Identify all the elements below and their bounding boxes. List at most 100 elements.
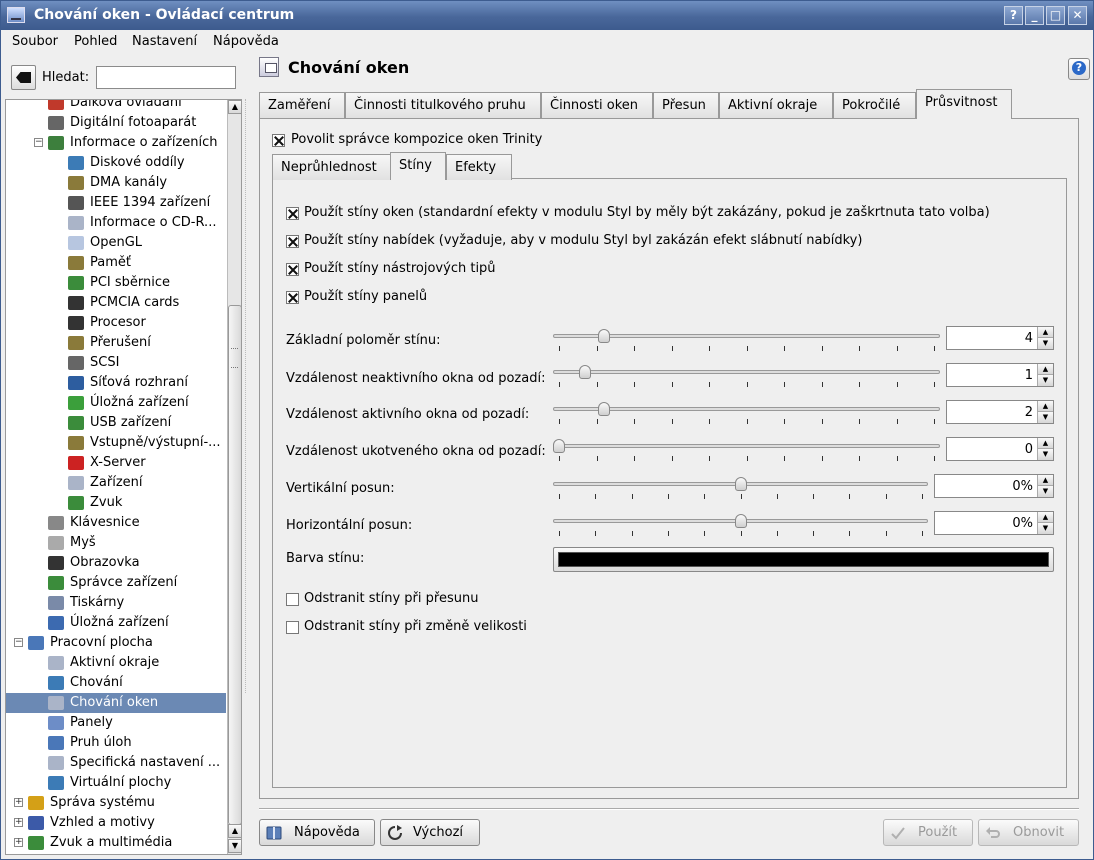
reset-button[interactable]: Obnovit — [978, 819, 1079, 846]
inactive-distance-spinbox[interactable]: 1 ▲ ▼ — [946, 363, 1054, 387]
tree-item[interactable]: USB zařízení — [6, 413, 226, 433]
tree-item[interactable]: DMA kanály — [6, 173, 226, 193]
splitter[interactable] — [245, 99, 248, 693]
spin-up-icon[interactable]: ▲ — [1037, 327, 1053, 338]
tab-pokrocile[interactable]: Pokročilé — [833, 92, 916, 118]
vertical-offset-spinbox[interactable]: 0% ▲ ▼ — [934, 474, 1054, 498]
defaults-button[interactable]: Výchozí — [380, 819, 480, 846]
spin-down-icon[interactable]: ▼ — [1037, 449, 1053, 460]
tree-item[interactable]: Digitální fotoaparát — [6, 113, 226, 133]
menu-napoveda[interactable]: Nápověda — [213, 34, 279, 49]
shadow-color-button[interactable] — [553, 547, 1054, 572]
enable-composition-checkbox[interactable] — [272, 134, 285, 147]
tree-item[interactable]: Paměť — [6, 253, 226, 273]
spin-down-icon[interactable]: ▼ — [1037, 412, 1053, 423]
slider-handle[interactable] — [598, 329, 610, 343]
tree-item[interactable]: Přerušení — [6, 333, 226, 353]
docked-distance-spinbox[interactable]: 0 ▲ ▼ — [946, 437, 1054, 461]
spin-down-icon[interactable]: ▼ — [1037, 338, 1053, 349]
tree-item[interactable]: Diskové oddíly — [6, 153, 226, 173]
slider-handle[interactable] — [735, 514, 747, 528]
spin-down-icon[interactable]: ▼ — [1037, 486, 1053, 497]
tab-cinnosti-oken[interactable]: Činnosti oken — [541, 92, 653, 118]
tree-item[interactable]: Specifická nastavení ... — [6, 753, 226, 773]
window-shadows-checkbox[interactable] — [286, 207, 299, 220]
tree-item[interactable]: Síťová rozhraní — [6, 373, 226, 393]
spin-down-icon[interactable]: ▼ — [1037, 523, 1053, 534]
help-icon[interactable] — [1068, 58, 1090, 80]
tree-item[interactable]: Chování — [6, 673, 226, 693]
menu-shadows-checkbox[interactable] — [286, 235, 299, 248]
tab-zamereni[interactable]: Zaměření — [259, 92, 345, 118]
tree-item[interactable]: Zařízení — [6, 473, 226, 493]
tree-item[interactable]: Procesor — [6, 313, 226, 333]
scroll-thumb[interactable] — [228, 305, 241, 825]
collapse-icon[interactable]: − — [34, 138, 43, 147]
horizontal-offset-spinbox[interactable]: 0% ▲ ▼ — [934, 511, 1054, 535]
menu-nastaveni[interactable]: Nastavení — [132, 34, 197, 49]
tree-item[interactable]: Správce zařízení — [6, 573, 226, 593]
tree-item[interactable]: Informace o CD-R... — [6, 213, 226, 233]
tooltip-shadows-checkbox[interactable] — [286, 263, 299, 276]
tree-item[interactable]: Chování oken — [6, 693, 226, 713]
tree-item[interactable]: − Informace o zařízeních — [6, 133, 226, 153]
tree-item[interactable]: Obrazovka — [6, 553, 226, 573]
tree-item[interactable]: IEEE 1394 zařízení — [6, 193, 226, 213]
close-button[interactable]: ✕ — [1068, 6, 1087, 25]
spin-up-icon[interactable]: ▲ — [1037, 438, 1053, 449]
remove-shadows-resize-checkbox[interactable] — [286, 621, 299, 634]
tree-item[interactable]: OpenGL — [6, 233, 226, 253]
expand-icon[interactable]: + — [14, 798, 23, 807]
slider-handle[interactable] — [553, 439, 565, 453]
spin-down-icon[interactable]: ▼ — [1037, 375, 1053, 386]
spin-up-icon[interactable]: ▲ — [1037, 475, 1053, 486]
tree-item[interactable]: + Správa systému — [6, 793, 226, 813]
tree-item[interactable]: Vstupně/výstupní-... — [6, 433, 226, 453]
scroll-up-button[interactable]: ▲ — [228, 100, 241, 114]
tree-scrollbar[interactable]: ▲ ▲ ▼ — [227, 100, 241, 854]
tree-item[interactable]: Tiskárny — [6, 593, 226, 613]
spin-up-icon[interactable]: ▲ — [1037, 364, 1053, 375]
tree-item[interactable]: PCMCIA cards — [6, 293, 226, 313]
apply-button[interactable]: Použít — [883, 819, 973, 846]
title-bar[interactable]: Chování oken - Ovládací centrum ? _ □ ✕ — [1, 1, 1093, 30]
maximize-button[interactable]: □ — [1046, 6, 1065, 25]
spin-up-icon[interactable]: ▲ — [1037, 401, 1053, 412]
collapse-icon[interactable]: − — [14, 638, 23, 647]
tree-item[interactable]: Aktivní okraje — [6, 653, 226, 673]
inactive-distance-slider[interactable] — [553, 365, 940, 391]
scroll-up-lower-button[interactable]: ▲ — [228, 824, 241, 838]
scroll-down-button[interactable]: ▼ — [228, 839, 241, 853]
tree-item[interactable]: SCSI — [6, 353, 226, 373]
shadow-radius-spinbox[interactable]: 4 ▲ ▼ — [946, 326, 1054, 350]
docked-distance-slider[interactable] — [553, 439, 940, 465]
slider-handle[interactable] — [735, 477, 747, 491]
tree-item[interactable]: + Zvuk a multimédia — [6, 833, 226, 853]
tree-item[interactable]: Virtuální plochy — [6, 773, 226, 793]
menu-pohled[interactable]: Pohled — [74, 34, 117, 49]
vertical-offset-slider[interactable] — [553, 477, 928, 503]
tree-item[interactable]: PCI sběrnice — [6, 273, 226, 293]
tree-item[interactable]: Dálková ovládání — [6, 100, 226, 113]
remove-shadows-move-checkbox[interactable] — [286, 593, 299, 606]
expand-icon[interactable]: + — [14, 838, 23, 847]
tree-item[interactable]: + Vzhled a motivy — [6, 813, 226, 833]
active-distance-spinbox[interactable]: 2 ▲ ▼ — [946, 400, 1054, 424]
tab-aktivni-okraje[interactable]: Aktivní okraje — [719, 92, 833, 118]
tree-item[interactable]: Panely — [6, 713, 226, 733]
help-title-button[interactable]: ? — [1004, 6, 1023, 25]
tab-cinnosti-titulkoveho-pruhu[interactable]: Činnosti titulkového pruhu — [345, 92, 541, 118]
slider-handle[interactable] — [579, 365, 591, 379]
horizontal-offset-slider[interactable] — [553, 514, 928, 540]
slider-handle[interactable] — [598, 402, 610, 416]
tab-presun[interactable]: Přesun — [653, 92, 719, 118]
clear-search-button[interactable] — [11, 65, 36, 90]
subtab-stiny[interactable]: Stíny — [390, 152, 446, 180]
subtab-nepruhlednost[interactable]: Neprůhlednost — [272, 154, 391, 180]
tree-item[interactable]: Úložná zařízení — [6, 393, 226, 413]
help-button[interactable]: Nápověda — [259, 819, 375, 846]
tab-prusvitnost[interactable]: Průsvitnost — [916, 89, 1012, 119]
expand-icon[interactable]: + — [14, 818, 23, 827]
subtab-efekty[interactable]: Efekty — [446, 154, 512, 180]
minimize-button[interactable]: _ — [1025, 6, 1044, 25]
